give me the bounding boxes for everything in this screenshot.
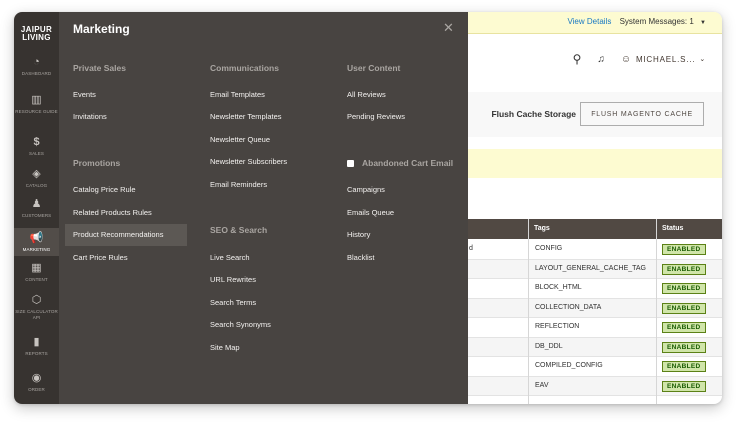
cube-icon: ◈	[32, 168, 41, 180]
column-divider	[656, 219, 657, 404]
section-title-seo-search: SEO & Search	[210, 225, 268, 235]
column-header-status[interactable]: Status	[662, 225, 683, 232]
nav-reports[interactable]: ▮ REPORTS	[14, 336, 59, 362]
status-badge: ENABLED	[662, 263, 706, 275]
column-header-tags[interactable]: Tags	[534, 225, 550, 232]
menu-item-search-terms[interactable]: Search Terms	[210, 298, 256, 307]
menu-item-email-templates[interactable]: Email Templates	[210, 90, 265, 99]
system-messages-count[interactable]: System Messages: 1	[620, 17, 694, 26]
menu-item-events[interactable]: Events	[73, 90, 96, 99]
menu-item-email-reminders[interactable]: Email Reminders	[210, 180, 267, 189]
status-badge: ENABLED	[662, 244, 706, 255]
section-title-communications: Communications	[210, 63, 279, 73]
badge-icon: ◉	[31, 372, 42, 384]
status-badge: ENABLED	[662, 322, 706, 333]
nav-customers[interactable]: ♟ CUSTOMERS	[14, 198, 59, 224]
megaphone-icon: 📢	[29, 232, 44, 244]
status-badge: ENABLED	[662, 380, 706, 392]
menu-item-product-recommendations[interactable]: Product Recommendations	[65, 224, 187, 246]
description-fragment: d	[469, 245, 473, 252]
menu-item-live-search[interactable]: Live Search	[210, 253, 250, 262]
nav-order[interactable]: ◉ ORDER	[14, 372, 59, 400]
column-divider	[528, 219, 529, 404]
row-tag: COMPILED_CONFIG	[535, 362, 603, 369]
row-tag: EAV	[535, 381, 549, 389]
book-icon: ▥	[31, 94, 42, 106]
menu-item-emails-queue[interactable]: Emails Queue	[347, 208, 394, 217]
nav-resource-guide[interactable]: ▥ RESOURCE GUIDE	[14, 94, 59, 128]
user-account-menu[interactable]: ☺ MICHAEL.S... ⌄	[621, 54, 706, 65]
dashboard-icon: ◔	[33, 56, 40, 68]
hexagon-icon: ⬡	[31, 294, 42, 306]
menu-item-all-reviews[interactable]: All Reviews	[347, 90, 386, 99]
layout-icon: ▦	[31, 262, 42, 274]
menu-item-blacklist[interactable]: Blacklist	[347, 253, 375, 262]
status-badge: ENABLED	[662, 302, 706, 314]
row-tag: COLLECTION_DATA	[535, 303, 602, 311]
caret-down-icon[interactable]: ▼	[700, 20, 706, 26]
nav-size-calculator[interactable]: ⬡ SIZE CALCULATOR API	[14, 294, 59, 332]
menu-item-pending-reviews[interactable]: Pending Reviews	[347, 112, 405, 121]
person-icon: ♟	[31, 198, 42, 210]
row-tag: CONFIG	[535, 245, 563, 252]
menu-item-campaigns[interactable]: Campaigns	[347, 185, 385, 194]
dollar-icon: $	[33, 136, 40, 148]
section-title-private-sales: Private Sales	[73, 63, 126, 73]
menu-item-invitations[interactable]: Invitations	[73, 112, 107, 121]
bar-chart-icon: ▮	[33, 336, 40, 348]
menu-item-newsletter-queue[interactable]: Newsletter Queue	[210, 135, 270, 144]
menu-item-search-synonyms[interactable]: Search Synonyms	[210, 320, 271, 329]
chevron-down-icon: ⌄	[699, 56, 706, 63]
logo[interactable]: JAIPUR LIVING	[14, 26, 59, 42]
row-tag: BLOCK_HTML	[535, 284, 582, 291]
section-title-promotions: Promotions	[73, 158, 121, 168]
close-icon[interactable]: ✕	[443, 20, 454, 36]
marketing-menu-panel: Marketing ✕ Private Sales Events Invitat…	[59, 12, 468, 404]
menu-item-catalog-price-rule[interactable]: Catalog Price Rule	[73, 185, 136, 194]
panel-title: Marketing	[73, 22, 130, 36]
nav-dashboard[interactable]: ◔ DASHBOARD	[14, 56, 59, 82]
flush-cache-storage-label: Flush Cache Storage	[491, 109, 576, 119]
row-tag: LAYOUT_GENERAL_CACHE_TAG	[535, 264, 646, 272]
menu-item-newsletter-subscribers[interactable]: Newsletter Subscribers	[210, 157, 287, 166]
nav-marketing[interactable]: 📢 MARKETING	[14, 228, 59, 256]
section-title-abandoned-cart-email: Abandoned Cart Email	[347, 158, 453, 168]
flush-magento-cache-button[interactable]: FLUSH MAGENTO CACHE	[580, 102, 704, 126]
nav-content[interactable]: ▦ CONTENT	[14, 262, 59, 288]
row-tag: REFLECTION	[535, 323, 580, 330]
status-badge: ENABLED	[662, 361, 706, 372]
user-icon: ☺	[620, 53, 632, 65]
nav-sales[interactable]: $ SALES	[14, 136, 59, 162]
admin-window: JAIPUR LIVING ◔ DASHBOARD ▥ RESOURCE GUI…	[14, 12, 722, 404]
nav-catalog[interactable]: ◈ CATALOG	[14, 168, 59, 194]
menu-item-newsletter-templates[interactable]: Newsletter Templates	[210, 112, 282, 121]
row-tag: DB_DDL	[535, 342, 563, 350]
search-icon[interactable]: ⚲	[573, 52, 582, 66]
admin-sidebar: JAIPUR LIVING ◔ DASHBOARD ▥ RESOURCE GUI…	[14, 12, 59, 404]
abandoned-cart-icon	[347, 160, 354, 167]
menu-item-url-rewrites[interactable]: URL Rewrites	[210, 275, 256, 284]
status-badge: ENABLED	[662, 283, 706, 294]
user-name: MICHAEL.S...	[635, 54, 696, 64]
menu-item-related-products-rules[interactable]: Related Products Rules	[73, 208, 152, 217]
status-badge: ENABLED	[662, 341, 706, 353]
menu-item-site-map[interactable]: Site Map	[210, 343, 240, 352]
section-title-user-content: User Content	[347, 63, 401, 73]
notifications-bell-icon[interactable]: ♫	[597, 54, 605, 65]
header-tools: ⚲ ♫ ☺ MICHAEL.S... ⌄	[573, 52, 706, 66]
menu-item-cart-price-rules[interactable]: Cart Price Rules	[73, 253, 128, 262]
logo-line-2: LIVING	[22, 33, 51, 42]
menu-item-history[interactable]: History	[347, 230, 370, 239]
view-details-link[interactable]: View Details	[567, 17, 611, 26]
